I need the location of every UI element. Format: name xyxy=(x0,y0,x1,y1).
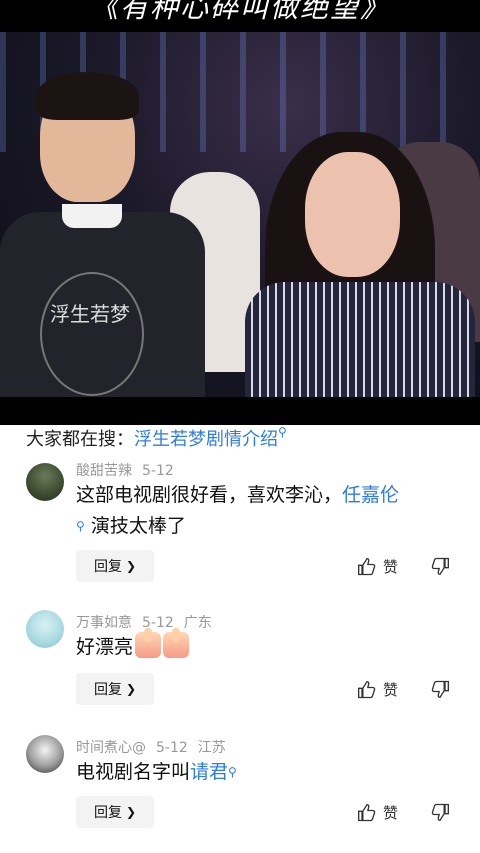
thumbs-up-icon xyxy=(358,680,376,698)
reply-label: 回复 xyxy=(93,559,122,575)
comment-date: 5-12 xyxy=(142,463,174,479)
like-label: 赞 xyxy=(383,681,399,699)
comment-date: 5-12 xyxy=(156,740,188,756)
avatar[interactable] xyxy=(26,463,64,501)
video-caption: 《有种心碎叫做绝望》 xyxy=(89,0,390,24)
dislike-button[interactable] xyxy=(430,679,450,703)
username[interactable]: 时间煮心@ xyxy=(76,740,146,756)
chevron-right-icon: ❯ xyxy=(125,805,137,819)
chevron-right-icon: ❯ xyxy=(125,682,137,696)
reply-label: 回复 xyxy=(93,805,122,821)
chevron-right-icon: ❯ xyxy=(125,559,137,573)
thumbs-down-icon xyxy=(431,803,449,822)
comment-text-part: 这部电视剧很好看，喜欢李沁， xyxy=(76,484,343,506)
male-actor: 浮生若梦 xyxy=(0,72,210,397)
avatar[interactable] xyxy=(26,735,64,773)
thumbs-up-icon xyxy=(358,803,376,821)
mention-link[interactable]: 请君 xyxy=(190,761,228,783)
thumbs-down-icon xyxy=(431,680,449,699)
like-button[interactable]: 赞 xyxy=(357,802,398,823)
comment-text-part: 电视剧名字叫 xyxy=(76,761,191,783)
search-icon: ⚲ xyxy=(228,765,237,779)
dislike-button[interactable] xyxy=(430,556,450,580)
reply-button[interactable]: 回复 ❯ xyxy=(76,673,154,705)
comment-text: 好漂亮 xyxy=(76,628,456,663)
comment-text-part: 好漂亮 xyxy=(76,636,134,658)
mention-link[interactable]: 任嘉伦 xyxy=(342,484,399,506)
search-prefix: 大家都在搜： xyxy=(26,429,134,450)
search-icon: ⚲ xyxy=(278,425,287,439)
like-button[interactable]: 赞 xyxy=(357,556,398,577)
thumbs-up-icon xyxy=(358,557,376,575)
comment-location: 广东 xyxy=(183,615,212,631)
reply-button[interactable]: 回复 ❯ xyxy=(76,550,154,582)
reply-button[interactable]: 回复 ❯ xyxy=(76,796,154,828)
reply-label: 回复 xyxy=(93,682,122,698)
username[interactable]: 万事如意 xyxy=(76,615,132,631)
comment-location: 江苏 xyxy=(197,740,226,756)
like-label: 赞 xyxy=(383,558,399,576)
search-term-link[interactable]: 浮生若梦剧情介绍 xyxy=(134,429,278,450)
comment-meta: 酸甜苦辣 5-12 xyxy=(76,460,184,480)
comment-text-part: 演技太棒了 xyxy=(90,515,186,537)
comment-text: 这部电视剧很好看，喜欢李沁，任嘉伦 ⚲ 演技太棒了 xyxy=(76,480,456,542)
search-suggestion[interactable]: 大家都在搜：浮生若梦剧情介绍⚲ xyxy=(26,425,287,451)
thumbs-up-emoji xyxy=(163,628,190,658)
search-icon: ⚲ xyxy=(76,519,85,533)
shirt-print-text: 浮生若梦 xyxy=(50,302,130,326)
username[interactable]: 酸甜苦辣 xyxy=(76,463,132,479)
thumbs-up-emoji xyxy=(135,628,162,658)
female-actor xyxy=(245,112,475,397)
comment-meta: 时间煮心@ 5-12 江苏 xyxy=(76,737,236,757)
thumbs-down-icon xyxy=(431,557,449,576)
comment-text: 电视剧名字叫请君⚲ xyxy=(76,757,456,788)
like-button[interactable]: 赞 xyxy=(357,679,398,700)
avatar[interactable] xyxy=(26,610,64,648)
video-player[interactable]: 浮生若梦 《有种心碎叫做绝望》 xyxy=(0,0,480,425)
like-label: 赞 xyxy=(383,804,399,822)
video-frame: 浮生若梦 xyxy=(0,32,480,397)
dislike-button[interactable] xyxy=(430,802,450,826)
